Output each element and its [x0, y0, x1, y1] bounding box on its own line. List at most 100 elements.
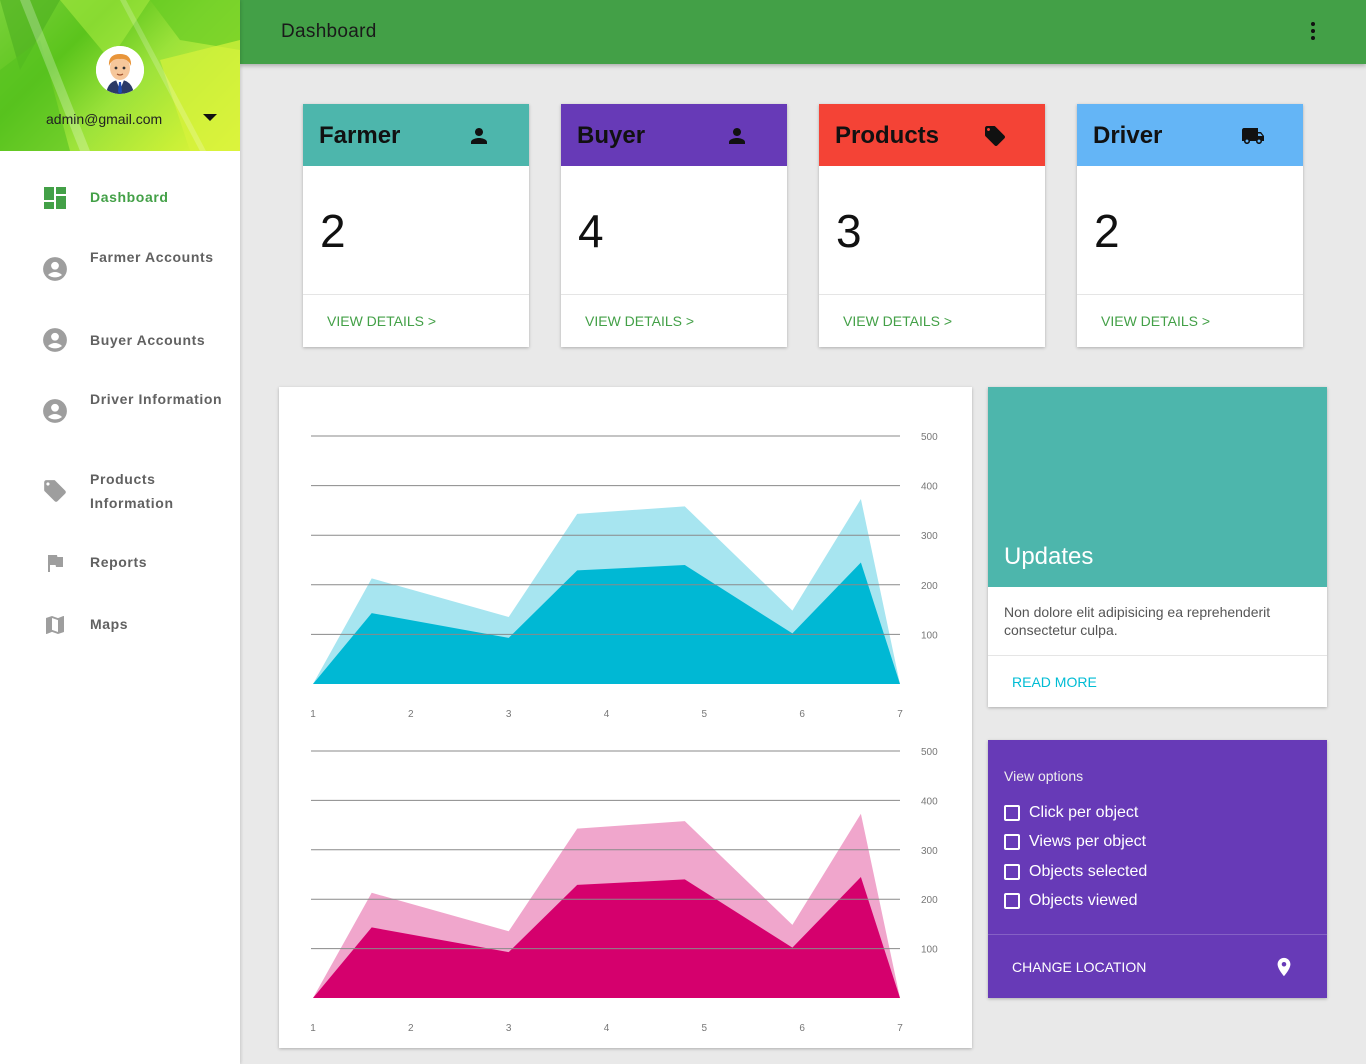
sidebar-item-farmer-accounts[interactable]: Farmer Accounts	[0, 245, 240, 293]
card-title: Farmer	[319, 122, 401, 149]
chart-2-x-tick-label: 6	[799, 1023, 805, 1034]
option-objects-selected[interactable]: Objects selected	[1004, 863, 1147, 881]
sidebar-item-label: Driver Information	[90, 391, 223, 407]
stat-card-driver: Driver 2 VIEW DETAILS >	[1077, 104, 1303, 347]
card-value: 4	[578, 205, 604, 257]
chart-2-y-tick-label: 100	[921, 945, 938, 956]
view-details-link[interactable]: VIEW DETAILS >	[1101, 313, 1210, 329]
divider	[819, 294, 1045, 295]
card-value: 2	[1094, 205, 1120, 257]
divider	[988, 934, 1327, 935]
view-options-card: View options Click per object Views per …	[988, 740, 1327, 998]
sidebar-item-label: Reports	[90, 554, 148, 570]
chart-1-x-tick-label: 7	[897, 709, 903, 720]
chart-1-x-tick-label: 1	[310, 709, 316, 720]
updates-text: Non dolore elit adipisicing ea reprehend…	[1004, 604, 1271, 638]
divider	[561, 294, 787, 295]
card-value: 3	[836, 205, 862, 257]
chart-2-x-tick-label: 7	[897, 1023, 903, 1034]
card-title: Driver	[1093, 122, 1163, 149]
read-more-link[interactable]: READ MORE	[1012, 674, 1097, 690]
chart-1-y-tick-label: 200	[921, 581, 938, 592]
divider	[303, 294, 529, 295]
app-bar: Dashboard	[240, 0, 1366, 64]
caret-down-icon[interactable]	[203, 114, 217, 121]
option-label: Objects selected	[1029, 863, 1148, 880]
account-circle-icon	[42, 327, 68, 353]
chart-1-y-tick-label: 500	[921, 432, 938, 443]
chart-1-x-tick-label: 6	[799, 709, 805, 720]
chart-2-y-tick-label: 200	[921, 895, 938, 906]
sidebar-item-buyer-accounts[interactable]: Buyer Accounts	[0, 328, 240, 352]
chart-2-y-tick-label: 400	[921, 796, 938, 807]
chart-1-x-tick-label: 3	[506, 709, 512, 720]
sidebar-item-label: Dashboard	[90, 189, 169, 205]
card-header: Driver	[1077, 104, 1303, 166]
option-views-per-object[interactable]: Views per object	[1004, 833, 1146, 851]
view-details-link[interactable]: VIEW DETAILS >	[843, 313, 952, 329]
chart-2-y-tick-label: 500	[921, 747, 938, 758]
updates-card: Updates Non dolore elit adipisicing ea r…	[988, 387, 1327, 707]
sidebar-item-products-information[interactable]: Products Information	[0, 467, 240, 515]
option-label: Objects viewed	[1029, 892, 1138, 909]
checkbox[interactable]	[1004, 893, 1020, 909]
option-label: Click per object	[1029, 804, 1139, 821]
updates-header: Updates	[988, 387, 1327, 587]
user-email: admin@gmail.com	[46, 111, 163, 127]
person-icon	[471, 128, 487, 144]
card-header: Farmer	[303, 104, 529, 166]
change-location-button[interactable]: CHANGE LOCATION	[1012, 959, 1146, 975]
tag-icon	[985, 126, 1005, 146]
option-objects-viewed[interactable]: Objects viewed	[1004, 892, 1138, 910]
chart-1-y-tick-label: 400	[921, 482, 938, 493]
chart-2-x-tick-label: 4	[604, 1023, 610, 1034]
chart-1-x-tick-label: 4	[604, 709, 610, 720]
map-icon	[42, 612, 68, 638]
chart-2-x-tick-label: 5	[702, 1023, 708, 1034]
chart-2-x-tick-label: 1	[310, 1023, 316, 1034]
stat-card-products: Products 3 VIEW DETAILS >	[819, 104, 1045, 347]
page-title: Dashboard	[281, 21, 377, 42]
person-icon	[729, 128, 745, 144]
updates-title: Updates	[1004, 543, 1094, 570]
sidebar-item-driver-information[interactable]: Driver Information	[0, 387, 240, 435]
card-header: Products	[819, 104, 1045, 166]
account-circle-icon	[42, 398, 68, 424]
chart-1-y-tick-label: 300	[921, 531, 938, 542]
view-options-title: View options	[1004, 768, 1084, 784]
option-click-per-object[interactable]: Click per object	[1004, 804, 1138, 822]
checkbox[interactable]	[1004, 864, 1020, 880]
sidebar-item-label: Maps	[90, 616, 129, 632]
chart-1-y-tick-label: 100	[921, 630, 938, 641]
card-value: 2	[320, 205, 346, 257]
sidebar-item-reports[interactable]: Reports	[0, 550, 240, 574]
dashboard-icon	[42, 185, 68, 211]
view-details-link[interactable]: VIEW DETAILS >	[327, 313, 436, 329]
area-charts: 100 200 300 400 500 1 2 3 4 5 6 7 100 200 300 400 500 1 2 3…	[310, 432, 938, 1034]
sidebar: admin@gmail.com Dashboard Farmer Account…	[0, 0, 240, 1064]
stat-card-buyer: Buyer 4 VIEW DETAILS >	[561, 104, 787, 347]
checkbox[interactable]	[1004, 834, 1020, 850]
chart-2-y-tick-label: 300	[921, 846, 938, 857]
chart-2-x-tick-label: 3	[506, 1023, 512, 1034]
tag-icon	[42, 478, 68, 504]
profile-header: admin@gmail.com	[0, 0, 240, 151]
view-details-link[interactable]: VIEW DETAILS >	[585, 313, 694, 329]
card-header: Buyer	[561, 104, 787, 166]
sidebar-item-maps[interactable]: Maps	[0, 612, 240, 636]
card-title: Buyer	[577, 122, 646, 149]
avatar[interactable]	[96, 46, 144, 94]
chart-1-x-tick-label: 2	[408, 709, 414, 720]
divider	[1077, 294, 1303, 295]
avatar-illustration	[96, 46, 144, 94]
more-vert-icon[interactable]	[1310, 22, 1316, 42]
divider	[988, 655, 1327, 656]
sidebar-item-label: Products Information	[90, 471, 174, 511]
chart-2-x-tick-label: 2	[408, 1023, 414, 1034]
checkbox[interactable]	[1004, 805, 1020, 821]
option-label: Views per object	[1029, 833, 1147, 850]
chart-1-x-tick-label: 5	[702, 709, 708, 720]
location-pin-icon[interactable]	[1273, 954, 1295, 980]
sidebar-item-dashboard[interactable]: Dashboard	[0, 185, 240, 209]
sidebar-item-label: Buyer Accounts	[90, 332, 206, 348]
